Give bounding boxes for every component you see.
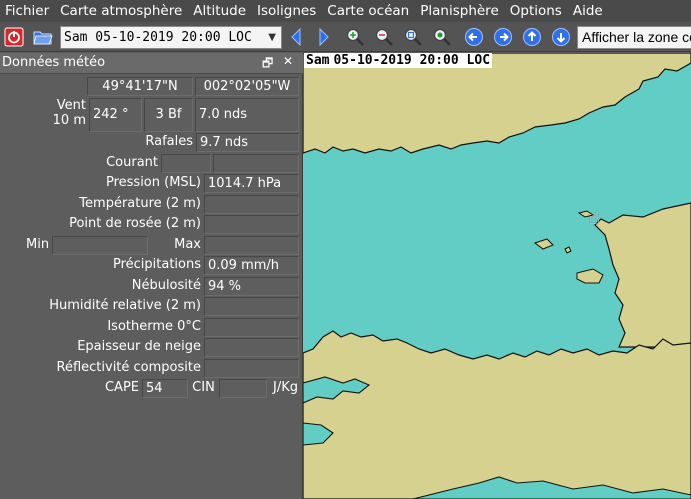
min-value (52, 236, 148, 255)
previous-icon[interactable] (285, 26, 307, 48)
neige-label: Epaisseur de neige (77, 339, 201, 354)
pan-right-icon[interactable] (492, 26, 514, 48)
courant-value-1 (161, 154, 211, 173)
weather-data-panel: Données météo 🗗 ✕ 49°41'17"N 002°02'05"W… (0, 53, 303, 499)
pression-label: Pression (MSL) (105, 175, 201, 190)
menu-bar: Fichier Carte atmosphère Altitude Isolig… (0, 0, 691, 22)
courant-value-2 (213, 154, 299, 173)
map-day: Sam (306, 53, 330, 68)
menu-options[interactable]: Options (505, 0, 568, 22)
isotherme-value (204, 318, 299, 337)
rosee-value (204, 215, 299, 234)
chevron-down-icon: ▼ (268, 32, 276, 43)
nebulosite-value: 94 % (204, 277, 299, 296)
pan-up-icon[interactable] (521, 26, 543, 48)
courant-label: Courant (106, 155, 158, 170)
toolbar: Sam 05-10-2019 20:00 LOC ▼ Afficher la z… (0, 22, 691, 52)
menu-carte-atmosphere[interactable]: Carte atmosphère (55, 0, 188, 22)
max-value (204, 236, 299, 255)
pan-down-icon[interactable] (550, 26, 572, 48)
humidite-value (204, 297, 299, 316)
rafales-value: 9.7 nds (196, 133, 299, 152)
vent-label: Vent 10 m (0, 98, 89, 132)
pression-value: 1014.7 hPa (204, 174, 299, 193)
menu-isolignes[interactable]: Isolignes (252, 0, 322, 22)
cin-value (219, 379, 267, 398)
pan-left-icon[interactable] (463, 26, 485, 48)
nebulosite-label: Nébulosité (131, 278, 201, 293)
menu-fichier[interactable]: Fichier (0, 0, 55, 22)
isotherme-label: Isotherme 0°C (107, 319, 201, 334)
date-select[interactable]: Sam 05-10-2019 20:00 LOC ▼ (60, 26, 282, 49)
cin-label: CIN (192, 380, 215, 395)
precipitations-value: 0.09 mm/h (204, 256, 299, 275)
hand-cursor-icon: ☝ (589, 208, 600, 229)
zoom-all-icon[interactable] (431, 26, 453, 48)
wind-direction-value: 242 ° (89, 98, 142, 132)
humidite-label: Humidité relative (2 m) (49, 298, 201, 313)
temperature-label: Température (2 m) (79, 196, 201, 211)
menu-carte-ocean[interactable]: Carte océan (322, 0, 415, 22)
menu-altitude[interactable]: Altitude (188, 0, 252, 22)
map-canvas (303, 53, 691, 499)
longitude-value: 002°02'05"W (195, 77, 299, 96)
cape-unit: J/Kg (273, 380, 298, 395)
undock-icon[interactable]: 🗗 (262, 54, 273, 75)
reflectivite-value (204, 359, 299, 378)
menu-planisphere[interactable]: Planisphère (415, 0, 505, 22)
neige-value (204, 338, 299, 357)
map-timestamp: Sam 05-10-2019 20:00 LOC (304, 53, 493, 68)
open-folder-icon[interactable] (32, 26, 54, 48)
latitude-value: 49°41'17"N (87, 77, 193, 96)
min-label: Min (26, 237, 50, 252)
precipitations-label: Précipitations (112, 257, 201, 272)
zoom-fit-icon[interactable] (402, 26, 424, 48)
vent-label-line1: Vent (56, 98, 86, 113)
close-icon[interactable]: ✕ (283, 54, 293, 68)
rosee-label: Point de rosée (2 m) (69, 216, 201, 231)
vent-label-line2: 10 m (52, 113, 86, 128)
map-view[interactable]: Sam 05-10-2019 20:00 LOC ☝ (303, 53, 691, 499)
reflectivite-label: Réflectivité composite (56, 360, 201, 375)
panel-title: Données météo (2, 55, 106, 70)
rafales-label: Rafales (145, 134, 193, 149)
zoom-out-icon[interactable] (373, 26, 395, 48)
zoom-in-icon[interactable] (344, 26, 366, 48)
max-label: Max (174, 237, 201, 252)
menu-aide[interactable]: Aide (568, 0, 609, 22)
date-select-value: Sam 05-10-2019 20:00 LOC (64, 30, 252, 45)
cape-label: CAPE (104, 380, 139, 395)
temperature-value (204, 195, 299, 214)
wind-speed-value: 7.0 nds (195, 98, 299, 132)
map-time: 05-10-2019 20:00 LOC (333, 53, 491, 68)
quit-icon[interactable] (3, 26, 25, 48)
wind-beaufort-value: 3 Bf (144, 98, 193, 132)
panel-title-bar: Données météo 🗗 ✕ (0, 53, 303, 74)
next-icon[interactable] (313, 26, 335, 48)
cape-value: 54 (142, 379, 188, 398)
show-zone-button[interactable]: Afficher la zone co (577, 26, 691, 49)
